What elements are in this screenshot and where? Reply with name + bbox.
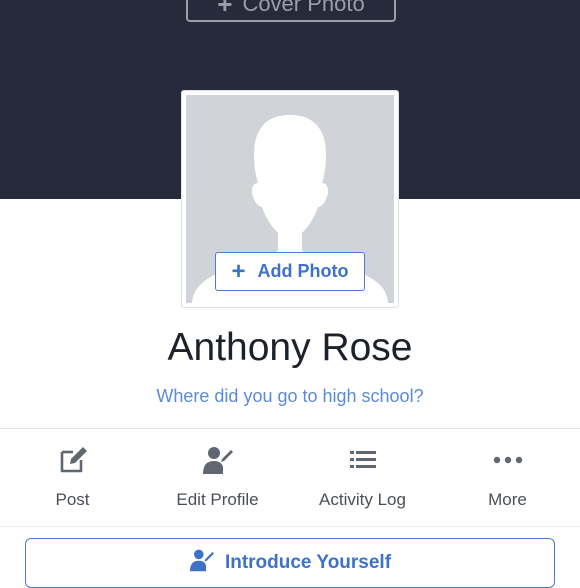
- activity-log-button[interactable]: Activity Log: [290, 430, 435, 526]
- compose-icon: [58, 444, 88, 476]
- add-cover-photo-button[interactable]: + Cover Photo: [186, 0, 396, 22]
- profile-actions-bar: Post Edit Profile Activity Log More: [0, 430, 580, 526]
- profile-name: Anthony Rose: [167, 326, 413, 369]
- post-label: Post: [55, 490, 90, 509]
- edit-profile-label: Edit Profile: [176, 490, 259, 509]
- edit-profile-icon: [189, 548, 215, 578]
- plus-icon: +: [217, 0, 233, 19]
- divider: [0, 428, 580, 429]
- add-photo-button[interactable]: + Add Photo: [215, 252, 365, 291]
- list-icon: [349, 444, 376, 476]
- high-school-prompt-link[interactable]: Where did you go to high school?: [0, 386, 580, 407]
- divider: [0, 526, 580, 527]
- more-label: More: [488, 490, 527, 509]
- introduce-yourself-button[interactable]: Introduce Yourself: [25, 538, 555, 588]
- edit-profile-icon: [202, 444, 234, 476]
- more-dots-icon: [493, 444, 523, 476]
- more-button[interactable]: More: [435, 430, 580, 526]
- post-button[interactable]: Post: [0, 430, 145, 526]
- plus-icon: +: [231, 257, 246, 285]
- introduce-yourself-label: Introduce Yourself: [224, 552, 392, 573]
- add-photo-label: Add Photo: [257, 261, 349, 281]
- edit-profile-button[interactable]: Edit Profile: [145, 430, 290, 526]
- activity-log-label: Activity Log: [319, 490, 406, 509]
- cover-photo-label: Cover Photo: [242, 0, 365, 16]
